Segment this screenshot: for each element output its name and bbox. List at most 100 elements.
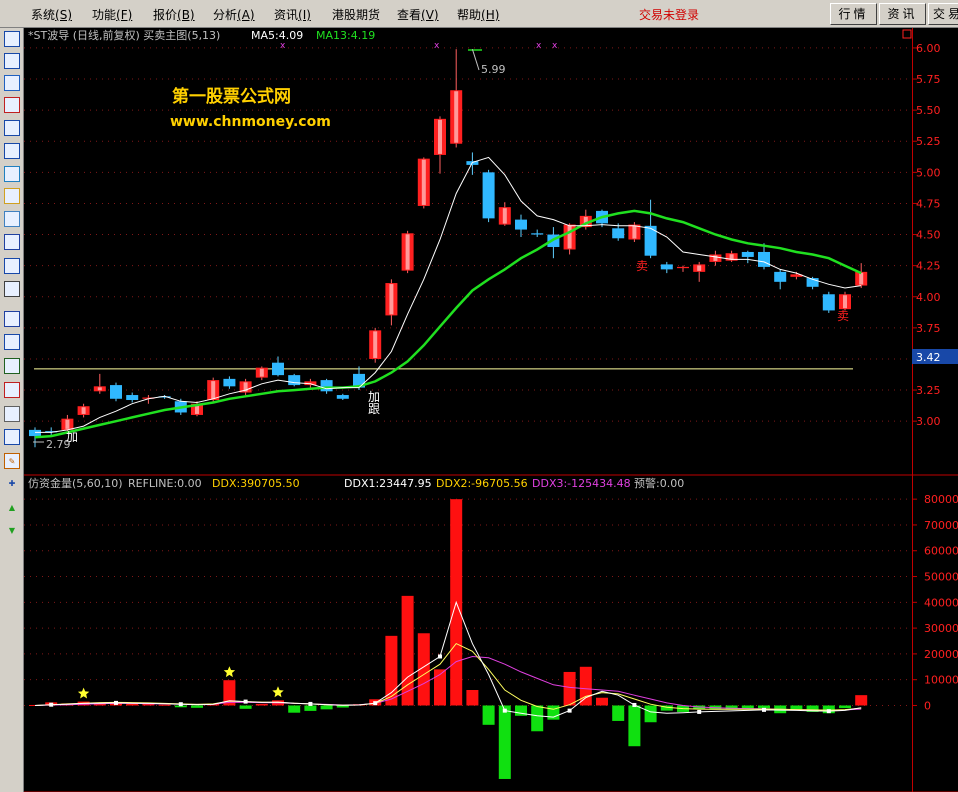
menu-hk-futures[interactable]: 港股期货 bbox=[332, 6, 380, 23]
price-tick-label: 5.75 bbox=[916, 73, 941, 86]
ddx1-marker bbox=[438, 654, 442, 659]
indicator-tick-label: 40000 bbox=[924, 596, 958, 609]
restore-icon[interactable] bbox=[902, 29, 912, 39]
quote-button[interactable]: 行情 bbox=[830, 3, 877, 25]
indicator-bar bbox=[498, 705, 511, 779]
star-marker bbox=[77, 687, 90, 699]
info-icon[interactable] bbox=[4, 166, 20, 182]
ddx3-label: DDX3:-125434.48 bbox=[532, 477, 631, 490]
menu-quote[interactable]: 报价(B) bbox=[153, 6, 195, 23]
chart-area[interactable]: xxxx 6.005.755.505.255.004.754.504.254.0… bbox=[24, 28, 958, 792]
exit-icon[interactable] bbox=[4, 281, 20, 297]
price-panel-title: *ST波导 (日线,前复权) 买卖主图(5,13) bbox=[28, 28, 220, 42]
candle bbox=[822, 291, 835, 313]
report-icon[interactable] bbox=[4, 143, 20, 159]
ddx1-marker bbox=[632, 702, 637, 707]
link-icon[interactable] bbox=[4, 406, 20, 422]
wave-icon[interactable] bbox=[4, 311, 20, 327]
menu-function[interactable]: 功能(F) bbox=[92, 6, 132, 23]
people-icon[interactable] bbox=[4, 211, 20, 227]
candle bbox=[482, 169, 495, 223]
price-tick-label: 4.25 bbox=[916, 260, 941, 273]
ddx1-label: DDX1:23447.95 bbox=[344, 477, 432, 490]
ma5-label: MA5:4.09 bbox=[251, 29, 303, 42]
pen-icon[interactable]: ✎ bbox=[4, 453, 20, 469]
price-tick-label: 5.50 bbox=[916, 104, 941, 117]
candle bbox=[531, 229, 544, 238]
line-chart-icon[interactable] bbox=[4, 75, 20, 91]
indicator-bar bbox=[126, 703, 139, 706]
candle bbox=[498, 202, 511, 226]
indicator-tick-label: 0 bbox=[924, 699, 931, 712]
ddx3-line bbox=[34, 655, 862, 711]
candle bbox=[855, 263, 868, 289]
trade-button[interactable]: 交易 bbox=[928, 3, 958, 25]
ddx1-line bbox=[34, 600, 862, 718]
indicator-bar bbox=[255, 703, 268, 706]
stock-icon[interactable] bbox=[4, 382, 20, 398]
login-status: 交易未登录 bbox=[639, 8, 700, 22]
candle bbox=[142, 395, 155, 404]
menu-view[interactable]: 查看(V) bbox=[397, 6, 439, 23]
candle bbox=[450, 49, 463, 148]
high-price-label: 5.99 bbox=[481, 63, 506, 76]
indicator-bar bbox=[612, 705, 625, 721]
indicator-tick-label: 30000 bbox=[924, 622, 958, 635]
fx-icon[interactable] bbox=[4, 234, 20, 250]
menu-system[interactable]: 系统(S) bbox=[31, 6, 72, 23]
signal-add-1: 加 bbox=[66, 430, 78, 444]
down-arrow-icon[interactable]: ▼ bbox=[4, 523, 20, 539]
signal-sell-2: 卖 bbox=[837, 309, 849, 323]
candle bbox=[806, 276, 819, 290]
ddx2-label: DDX2:-96705.56 bbox=[436, 477, 528, 490]
up-arrow-icon[interactable]: ▲ bbox=[4, 500, 20, 516]
search-icon[interactable] bbox=[4, 258, 20, 274]
rsi-icon[interactable] bbox=[4, 334, 20, 350]
candle bbox=[709, 250, 722, 266]
indicator-bar bbox=[855, 695, 868, 706]
candle bbox=[417, 157, 430, 209]
indicator-bar bbox=[644, 705, 657, 723]
ddx1-marker bbox=[567, 708, 572, 713]
news-button[interactable]: 资讯 bbox=[879, 3, 926, 25]
move-icon[interactable]: ✚ bbox=[4, 476, 20, 492]
indicator-bar bbox=[579, 666, 592, 706]
indicator-bar bbox=[531, 705, 544, 732]
table-icon[interactable] bbox=[4, 31, 20, 47]
grid-icon[interactable] bbox=[4, 120, 20, 136]
indicator-tick-label: 50000 bbox=[924, 571, 958, 584]
list-icon[interactable] bbox=[4, 53, 20, 69]
ddx-label: DDX:390705.50 bbox=[212, 477, 300, 490]
menu-analysis[interactable]: 分析(A) bbox=[213, 6, 255, 23]
indicator-tick-label: 60000 bbox=[924, 545, 958, 558]
indicator-bar bbox=[158, 704, 171, 706]
candle bbox=[320, 378, 333, 394]
price-tick-label: 6.00 bbox=[916, 42, 941, 55]
ddx1-marker bbox=[114, 700, 118, 705]
signal-marker: x bbox=[552, 41, 558, 51]
ddx1-marker bbox=[826, 709, 831, 714]
ma13-label: MA13:4.19 bbox=[316, 29, 375, 42]
warning-label: 预警:0.00 bbox=[634, 476, 684, 490]
menu-info[interactable]: 资讯(I) bbox=[274, 6, 311, 23]
ma5-line bbox=[35, 156, 862, 433]
ddx1-marker bbox=[49, 702, 54, 707]
calc-icon[interactable] bbox=[4, 358, 20, 374]
candle bbox=[93, 373, 106, 394]
indicator-bar bbox=[288, 705, 301, 713]
menu-help[interactable]: 帮助(H) bbox=[457, 6, 499, 23]
candle-icon[interactable] bbox=[4, 97, 20, 113]
candle bbox=[628, 222, 641, 243]
export-icon[interactable] bbox=[4, 429, 20, 445]
candle bbox=[336, 393, 349, 401]
indicator-tick-label: 20000 bbox=[924, 648, 958, 661]
news-icon[interactable] bbox=[4, 188, 20, 204]
candle bbox=[223, 376, 236, 389]
candle bbox=[839, 291, 851, 311]
ma13-line bbox=[34, 209, 862, 439]
candle bbox=[515, 214, 527, 238]
price-tick-label: 4.75 bbox=[916, 197, 941, 210]
indicator-bar bbox=[563, 671, 576, 706]
candle bbox=[110, 382, 122, 402]
candle bbox=[255, 366, 268, 381]
